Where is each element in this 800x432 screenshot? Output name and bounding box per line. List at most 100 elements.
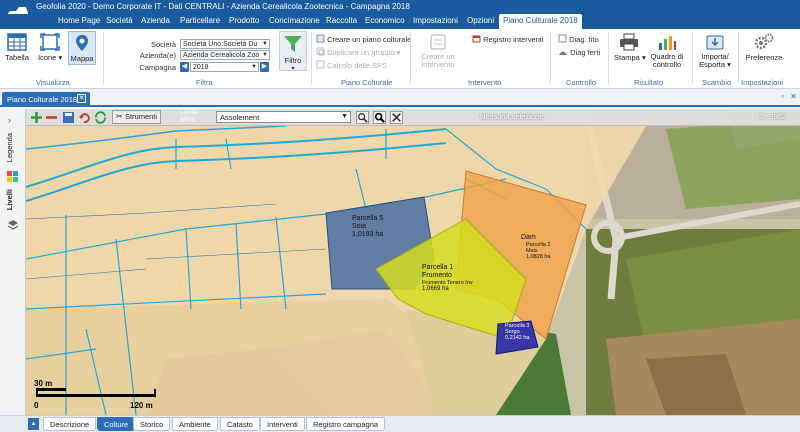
remove-minus-icon[interactable] — [45, 111, 58, 124]
chevron-down-icon: ▼ — [251, 64, 257, 70]
import-export-icon — [706, 35, 724, 50]
document-add-icon — [316, 34, 325, 43]
menu-impostazioni[interactable]: Impostazioni — [413, 16, 458, 25]
zoom-in-plus-icon[interactable] — [30, 111, 43, 124]
parcel-map[interactable] — [26, 109, 800, 415]
save-icon[interactable] — [62, 111, 75, 124]
fertilizer-icon — [559, 51, 567, 55]
aziende-label: Azienda(e) — [139, 51, 176, 60]
tab-interventi[interactable]: Interventi — [260, 417, 305, 431]
campagna-select[interactable]: 2018 ▼ — [190, 62, 259, 72]
document-icon — [558, 34, 567, 43]
parcel-2-label[interactable]: Parcella 2 Mais 1,0828 ha — [526, 242, 550, 260]
mappa-button[interactable]: Mappa — [68, 31, 96, 65]
ribbon: Tabella Icone ▾ Mappa Visualizza Società… — [0, 29, 800, 89]
zoom-search-icon[interactable] — [356, 111, 369, 124]
group-risultato-label: Risultato — [634, 78, 664, 87]
ribbon-separator — [410, 32, 411, 84]
main-menu: Home Page Società Azienda Particellare P… — [0, 14, 800, 29]
tab-piano-colturale[interactable]: Piano Colturale 2018 ✕ — [2, 92, 90, 107]
group-scambio-label: Scambio — [702, 78, 732, 87]
duplicate-icon — [316, 47, 325, 56]
parcel-5-label[interactable]: Parcella 5 Soia 1,0193 ha — [352, 215, 383, 239]
ribbon-separator — [608, 32, 609, 84]
tab-storico[interactable]: Storico — [133, 417, 171, 431]
tab-livelli[interactable]: Livelli — [5, 189, 14, 210]
duplica-gruppo-button[interactable]: Duplicare un gruppo ▾ — [316, 47, 401, 57]
importa-esporta-button[interactable]: Importa/ Esporta ▾ — [696, 33, 734, 69]
menu-particellare[interactable]: Particellare — [180, 16, 220, 25]
tab-ambiente[interactable]: Ambiente — [172, 417, 218, 431]
tabella-button[interactable]: Tabella — [5, 33, 29, 62]
campagna-next-button[interactable]: ▶ — [260, 62, 269, 72]
scale-top-label: 30 m — [34, 379, 53, 388]
stampa-button[interactable]: Stampa ▾ — [614, 33, 646, 62]
expand-arrow-icon[interactable]: › — [8, 115, 11, 125]
group-controllo-label: Controllo — [566, 78, 597, 87]
ribbon-separator — [103, 32, 104, 84]
table-icon — [7, 33, 27, 51]
menu-home-page[interactable]: Home Page — [58, 16, 100, 25]
tab-descrizione[interactable]: Descrizione — [43, 417, 97, 431]
menu-raccolta[interactable]: Raccolta — [326, 16, 357, 25]
close-window-icon[interactable]: ✕ — [789, 92, 798, 101]
menu-azienda[interactable]: Azienda — [141, 16, 170, 25]
undo-icon[interactable] — [78, 111, 91, 124]
menu-economico[interactable]: Economico — [365, 16, 405, 25]
livello-attivo-select[interactable]: Assolement ▼ — [216, 111, 351, 123]
layers-icon — [7, 220, 19, 230]
ribbon-separator — [550, 32, 551, 84]
menu-prodotto[interactable]: Prodotto — [229, 16, 259, 25]
ribbon-separator — [738, 32, 739, 84]
ribbon-separator — [311, 32, 312, 84]
diag-ferti-button[interactable]: Diag ferti — [558, 47, 600, 57]
parcel-partial-label: Dam — [521, 234, 536, 241]
campagna-prev-button[interactable]: ◀ — [180, 62, 189, 72]
campagna-label: Campagna — [139, 63, 176, 72]
tab-colture[interactable]: Colture — [97, 417, 136, 431]
parcel-3-label[interactable]: Parcella 3 Sorgo 0,2142 ha — [505, 323, 529, 341]
scale-max-label: 120 m — [130, 401, 153, 410]
tab-catasto[interactable]: Catasto — [220, 417, 260, 431]
chevron-down-icon: ▼ — [262, 52, 268, 58]
menu-piano-colturale[interactable]: Piano Culturale 2018 — [499, 14, 582, 29]
tab-registro-campagna[interactable]: Registro campagna — [306, 417, 386, 431]
diag-fito-button[interactable]: Diag. fito — [558, 34, 599, 44]
collapse-up-icon[interactable]: ▲ — [28, 418, 39, 430]
aziende-select[interactable]: Azienda Cerealicola Zoo ▼ — [180, 50, 270, 60]
tab-legenda[interactable]: Legenda — [5, 133, 14, 162]
strumenti-button[interactable]: ✂ Strumenti — [112, 110, 162, 124]
ribbon-separator — [692, 32, 693, 84]
filtro-button[interactable]: Filtro ▾ — [279, 31, 307, 72]
group-piano-colturale-label: Piano Colturale — [341, 78, 393, 87]
document-tabs: Piano Colturale 2018 ✕ ▫ ✕ — [0, 89, 800, 107]
tools-icon: ✂ — [116, 112, 123, 121]
calcolo-sps-button[interactable]: Calcolo delle SPS — [316, 60, 387, 70]
icons-view-icon — [40, 33, 60, 51]
refresh-icon[interactable] — [94, 111, 107, 124]
preferenze-button[interactable]: Preferenze — [744, 33, 784, 62]
close-icon[interactable]: ✕ — [77, 94, 86, 103]
crea-intervento-button[interactable]: Creare un intervento — [416, 33, 460, 69]
window-title: Geofolia 2020 - Demo Corporate IT - Dati… — [36, 2, 410, 11]
societa-select[interactable]: Società Uno;Società Du ▼ — [180, 39, 270, 49]
livello-attivo-label: Livello attivo — [180, 109, 199, 123]
stampa-label: Stampa ▾ — [614, 53, 646, 62]
gear-icon — [754, 33, 774, 50]
menu-societa[interactable]: Società — [106, 16, 133, 25]
legend-icon — [7, 171, 18, 182]
zoom-selection-icon[interactable] — [373, 111, 386, 124]
group-intervento-label: Intervento — [468, 78, 502, 87]
registro-interventi-button[interactable]: Registro interventi — [472, 34, 544, 44]
restore-icon[interactable]: ▫ — [778, 92, 787, 101]
quadro-controllo-button[interactable]: Quadro di controllo — [649, 33, 685, 69]
chevron-down-icon: ▼ — [341, 113, 348, 120]
menu-concimazione[interactable]: Concimazione — [269, 16, 320, 25]
parcel-1-label[interactable]: Parcella 5 Parcella 1 Frumento Frumento … — [422, 264, 473, 293]
societa-label: Società — [150, 40, 176, 49]
crea-piano-button[interactable]: Creare un piano colturale — [316, 34, 411, 44]
menu-opzioni[interactable]: Opzioni — [467, 16, 494, 25]
clear-selection-icon[interactable] — [390, 111, 403, 124]
icone-button[interactable]: Icone ▾ — [38, 33, 62, 62]
calculator-icon — [316, 60, 325, 69]
